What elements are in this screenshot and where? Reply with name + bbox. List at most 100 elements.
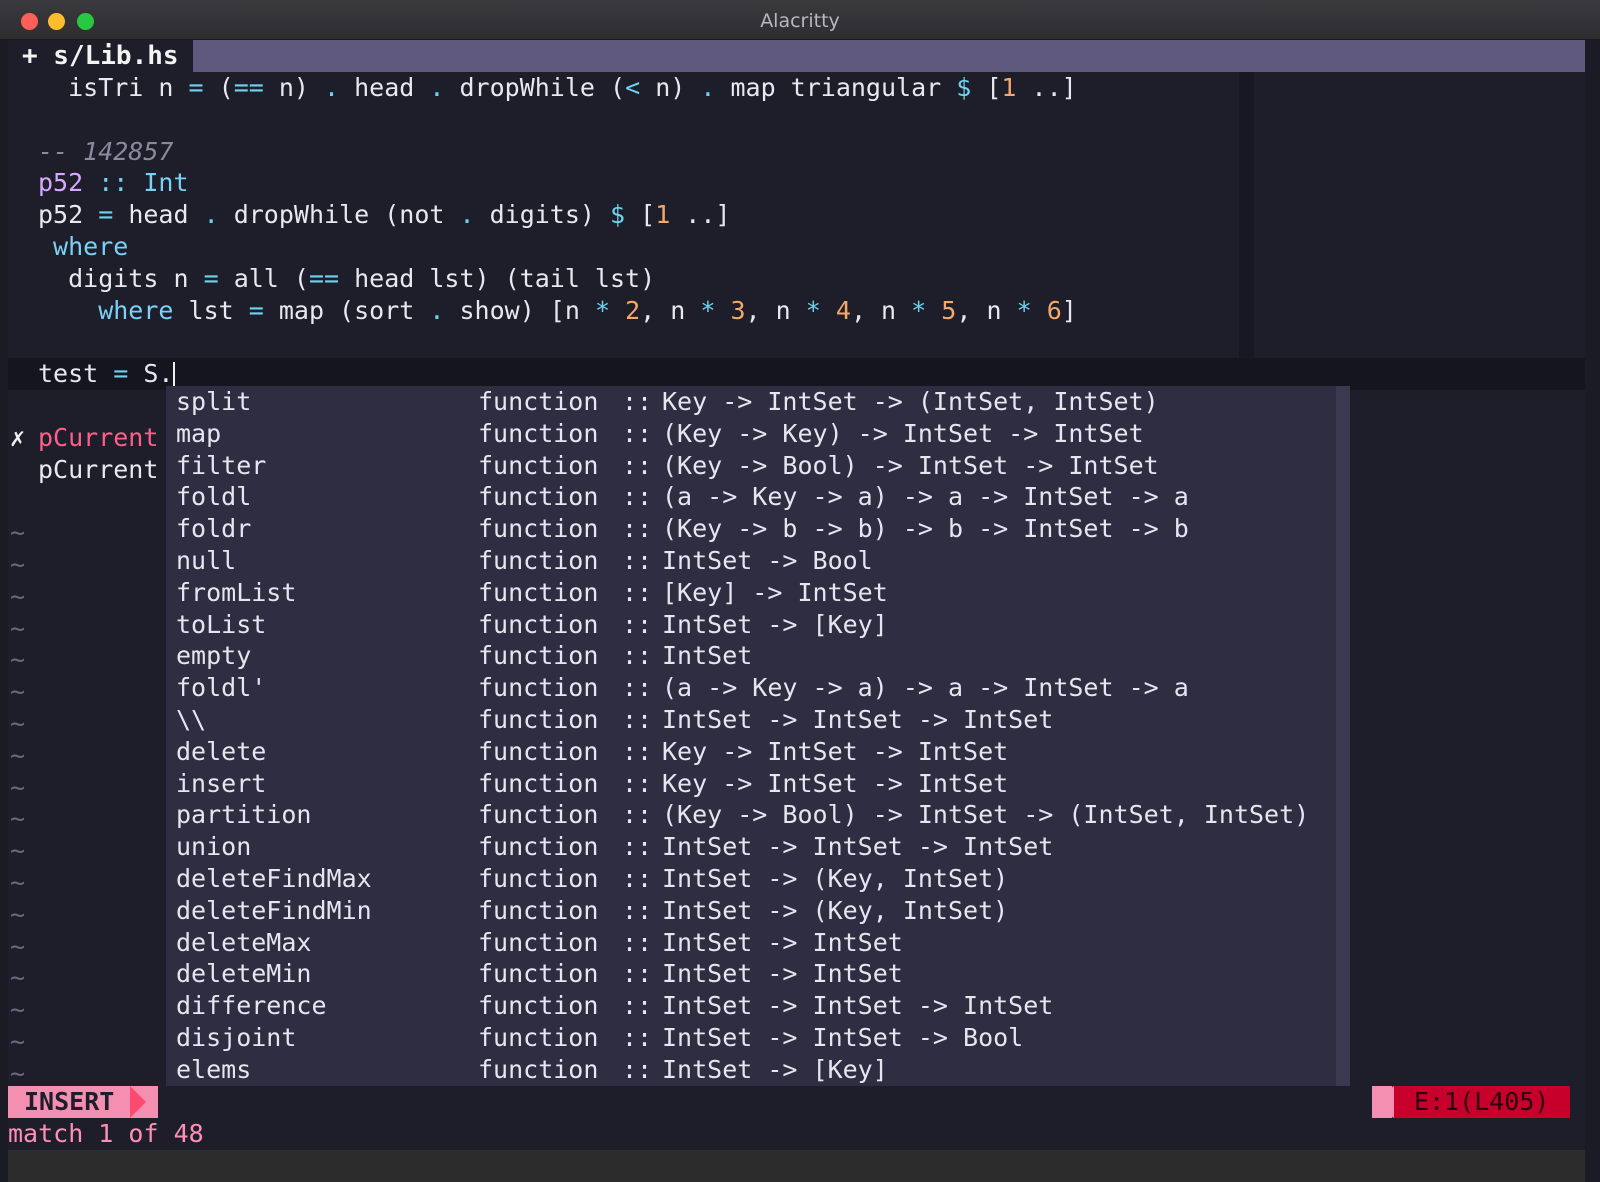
completion-item-type: (Key -> Key) -> IntSet -> IntSet [662,419,1144,448]
completion-item[interactable]: deleteFindMax function:: IntSet -> (Key, I… [166,863,1350,895]
completion-item-name: empty [176,641,252,670]
completion-item[interactable]: foldr function:: (Key -> b -> b) -> b -> I… [166,513,1350,545]
completion-item-type: IntSet -> IntSet [662,959,903,988]
completion-item-name: filter [176,451,267,480]
terminal[interactable]: + s/Lib.hs isTri n = (== n) . head . dro… [8,40,1585,1182]
completion-item-kind: function [478,769,599,798]
code-token: * [700,296,716,325]
completion-item[interactable]: difference function:: IntSet -> IntSet -> … [166,990,1350,1022]
editor-line[interactable]: p52 :: Int [8,167,1585,199]
code-text: p52 :: Int [38,167,189,199]
code-token: n) [640,73,701,102]
completion-item[interactable]: deleteMin function:: IntSet -> IntSet [166,958,1350,990]
completion-item-separator: :: [622,387,653,416]
completion-item-kind: function [478,482,599,511]
code-text: pCurrent [38,454,158,486]
code-token: Int [128,168,189,197]
code-token: S. [128,359,174,388]
editor-line[interactable]: isTri n = (== n) . head . dropWhile (< n… [8,72,1585,104]
command-line: match 1 of 48 [8,1118,1585,1150]
code-token: where [38,296,174,325]
code-token: , n [850,296,912,325]
completion-item-separator: :: [622,832,653,861]
editor-line[interactable]: p52 = head . dropWhile (not . digits) $ … [8,199,1585,231]
code-token: == [308,264,340,293]
completion-item[interactable]: map function:: (Key -> Key) -> IntSet -> I… [166,418,1350,450]
code-token: head lst) (tail lst) [339,264,656,293]
completion-item[interactable]: partition function:: (Key -> Bool) -> IntS… [166,799,1350,831]
editor-line[interactable]: digits n = all (== head lst) (tail lst) [8,263,1585,295]
code-text: digits n = all (== head lst) (tail lst) [38,263,655,295]
editor-line[interactable]: where lst = map (sort . show) [n * 2, n … [8,295,1585,327]
completion-item-kind: function [478,387,599,416]
completion-item-separator: :: [622,514,653,543]
code-token: . [429,296,445,325]
completion-item[interactable]: deleteMax function:: IntSet -> IntSet [166,927,1350,959]
code-token: isTri n [38,73,189,102]
completion-item[interactable]: fromList function:: [Key] -> IntSet [166,577,1350,609]
completion-item-kind: function [478,991,599,1020]
completion-item-separator: :: [622,991,653,1020]
gutter-marker: ~ [10,836,26,865]
completion-item[interactable]: elems function:: IntSet -> [Key] [166,1054,1350,1086]
completion-item-separator: :: [622,610,653,639]
completion-item-separator: :: [622,578,653,607]
completion-item[interactable]: insert function:: Key -> IntSet -> IntSet [166,768,1350,800]
completion-item-kind: function [478,864,599,893]
error-separator-arrow [1372,1086,1394,1118]
code-token: . [429,73,445,102]
code-token: lst [173,296,249,325]
editor-line[interactable] [8,326,1585,358]
completion-item-name: \\ [176,705,207,734]
code-token: digits) [474,200,611,229]
completion-item[interactable]: filter function:: (Key -> Bool) -> IntSet … [166,450,1350,482]
completion-item[interactable]: union function:: IntSet -> IntSet -> IntSe… [166,831,1350,863]
completion-item[interactable]: disjoint function:: IntSet -> IntSet -> Bo… [166,1022,1350,1054]
editor-line[interactable]: where [8,231,1585,263]
completion-item[interactable]: empty function:: IntSet [166,640,1350,672]
code-token: where [38,232,129,261]
code-token: . [203,200,219,229]
completion-item-name: elems [176,1055,252,1084]
tab-active-file[interactable]: + s/Lib.hs [8,40,193,72]
code-token: , n [745,296,806,325]
code-token: 1 [1001,73,1017,102]
completion-item[interactable]: foldl' function:: (a -> Key -> a) -> a -> … [166,672,1350,704]
completion-item-type: (Key -> b -> b) -> b -> IntSet -> b [662,514,1189,543]
completion-item-separator: :: [622,928,653,957]
completion-item-kind: function [478,641,599,670]
completion-popup[interactable]: split function:: Key -> IntSet -> (IntSet,… [166,386,1350,1152]
editor-line[interactable] [8,104,1585,136]
completion-item[interactable]: \\ function:: IntSet -> IntSet -> IntSet [166,704,1350,736]
completion-item[interactable]: delete function:: Key -> IntSet -> IntSet [166,736,1350,768]
completion-item-kind: function [478,896,599,925]
code-token: , n [640,296,701,325]
editor-line[interactable]: -- 142857 [8,136,1585,168]
code-token: [ [625,200,656,229]
completion-item[interactable]: split function:: Key -> IntSet -> (IntSet,… [166,386,1350,418]
code-token: 5 [941,296,957,325]
code-token: dropWhile ( [444,73,626,102]
code-token: = [203,264,219,293]
completion-item[interactable]: null function:: IntSet -> Bool [166,545,1350,577]
completion-item-name: union [176,832,252,861]
completion-item[interactable]: toList function:: IntSet -> [Key] [166,609,1350,641]
completion-item-name: deleteMax [176,928,312,957]
gutter-marker: ~ [10,868,26,897]
error-count-label: E:1(L405) [1414,1087,1550,1116]
code-text: where [38,231,128,263]
tmux-status-bar [8,1150,1585,1182]
code-text: isTri n = (== n) . head . dropWhile (< n… [38,72,1077,104]
completion-item[interactable]: deleteFindMin function:: IntSet -> (Key, I… [166,895,1350,927]
completion-item-separator: :: [622,769,653,798]
completion-item-separator: :: [622,1055,653,1084]
completion-item-separator: :: [622,419,653,448]
completion-item[interactable]: foldl function:: (a -> Key -> a) -> a -> I… [166,481,1350,513]
code-token: :: [98,168,129,197]
completion-item-separator: :: [622,864,653,893]
gutter-marker: ~ [10,963,26,992]
gutter-marker: ~ [10,518,26,547]
